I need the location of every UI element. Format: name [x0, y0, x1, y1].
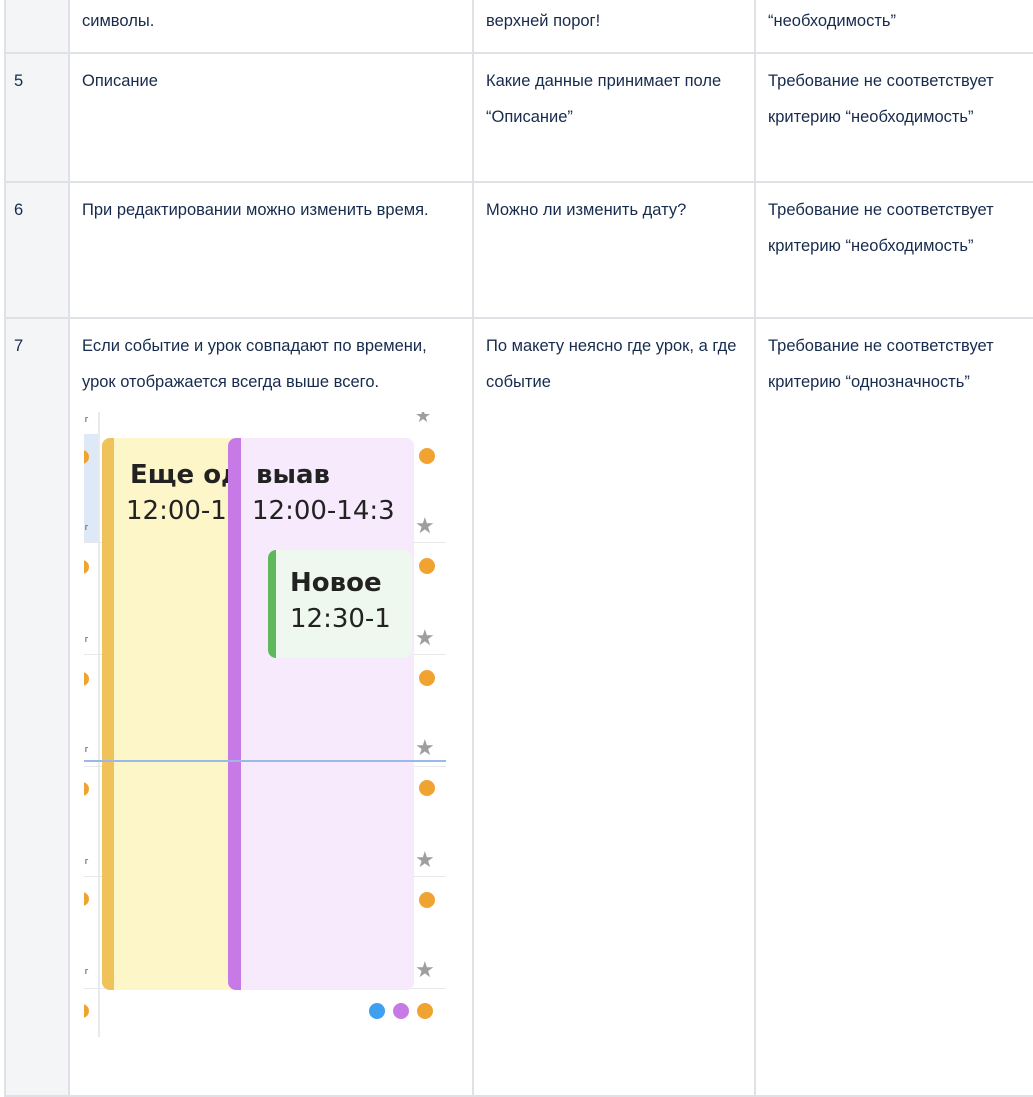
question-cell: Какие данные принимает поле “Описание”	[472, 52, 756, 183]
star-icon[interactable]: ★	[415, 516, 435, 538]
legend-dot-purple-icon	[393, 1003, 409, 1019]
current-time-line	[84, 760, 446, 762]
requirement-cell: При редактировании можно изменить время.	[68, 181, 474, 319]
verdict-cell: Требование не соответствует критерию “не…	[754, 52, 1033, 183]
tick-mark-icon: ⸢	[84, 858, 90, 874]
star-icon[interactable]: ★	[415, 628, 435, 650]
event-time: 12:00-1	[126, 496, 227, 526]
tick-mark-icon: ⸢	[84, 524, 90, 540]
requirement-cell: символы.	[68, 0, 474, 54]
table-row: символы. верхней порог! “необходимость”	[4, 0, 1033, 54]
star-icon[interactable]: ★	[415, 850, 435, 872]
orange-dot-icon	[84, 782, 89, 796]
orange-dot-icon	[84, 672, 89, 686]
calendar-column-divider	[98, 412, 100, 1037]
event-time: 12:30-1	[290, 604, 391, 634]
orange-dot-icon	[84, 1004, 89, 1018]
verdict-cell: Требование не соответствует критерию “од…	[754, 317, 1033, 1097]
requirement-text: Если событие и урок совпадают по времени…	[82, 337, 427, 391]
event-color-bar	[228, 438, 241, 990]
tick-mark-icon: ⸢	[84, 416, 90, 432]
orange-dot-icon	[419, 780, 435, 796]
orange-dot-icon	[84, 560, 89, 574]
requirement-cell: Описание	[68, 52, 474, 183]
requirements-table: символы. верхней порог! “необходимость” …	[4, 0, 1033, 1097]
orange-dot-icon	[419, 558, 435, 574]
event-color-bar	[268, 550, 276, 658]
event-block-green[interactable]: Новое 12:30-1	[268, 550, 412, 658]
requirement-cell: Если событие и урок совпадают по времени…	[68, 317, 474, 1097]
table-row: 6 При редактировании можно изменить врем…	[4, 181, 1033, 319]
event-time: 12:00-14:3	[252, 496, 395, 526]
star-icon[interactable]: ★	[415, 960, 435, 982]
table-row: 5 Описание Какие данные принимает поле “…	[4, 52, 1033, 183]
table-row: 7 Если событие и урок совпадают по време…	[4, 317, 1033, 1097]
question-cell: По макету неясно где урок, а где событие	[472, 317, 756, 1097]
event-title: выав	[256, 460, 330, 490]
tick-mark-icon: ⸢	[84, 636, 90, 652]
verdict-cell: “необходимость”	[754, 0, 1033, 54]
tick-mark-icon: ⸢	[84, 968, 90, 984]
orange-dot-icon	[419, 448, 435, 464]
verdict-cell: Требование не соответствует критерию “не…	[754, 181, 1033, 319]
legend-dot-orange-icon	[417, 1003, 433, 1019]
orange-dot-icon	[419, 670, 435, 686]
orange-dot-icon	[84, 892, 89, 906]
legend-dot-blue-icon	[369, 1003, 385, 1019]
row-number: 5	[4, 52, 70, 183]
star-icon[interactable]: ★	[415, 738, 435, 760]
row-number	[4, 0, 70, 54]
row-number: 6	[4, 181, 70, 319]
orange-dot-icon	[419, 892, 435, 908]
event-title: Еще од	[130, 460, 243, 490]
event-color-bar	[102, 438, 114, 990]
question-cell: верхней порог!	[472, 0, 756, 54]
question-cell: Можно ли изменить дату?	[472, 181, 756, 319]
calendar-screenshot: ⸢ ⸢ ⸢ ⸢ ⸢ ⸢ Еще од 12:00-1 выав 12:00-14…	[84, 412, 448, 1037]
star-icon[interactable]: ★	[415, 412, 431, 428]
event-block-purple[interactable]: выав 12:00-14:3	[228, 438, 414, 990]
event-title: Новое	[290, 568, 382, 598]
row-number: 7	[4, 317, 70, 1097]
